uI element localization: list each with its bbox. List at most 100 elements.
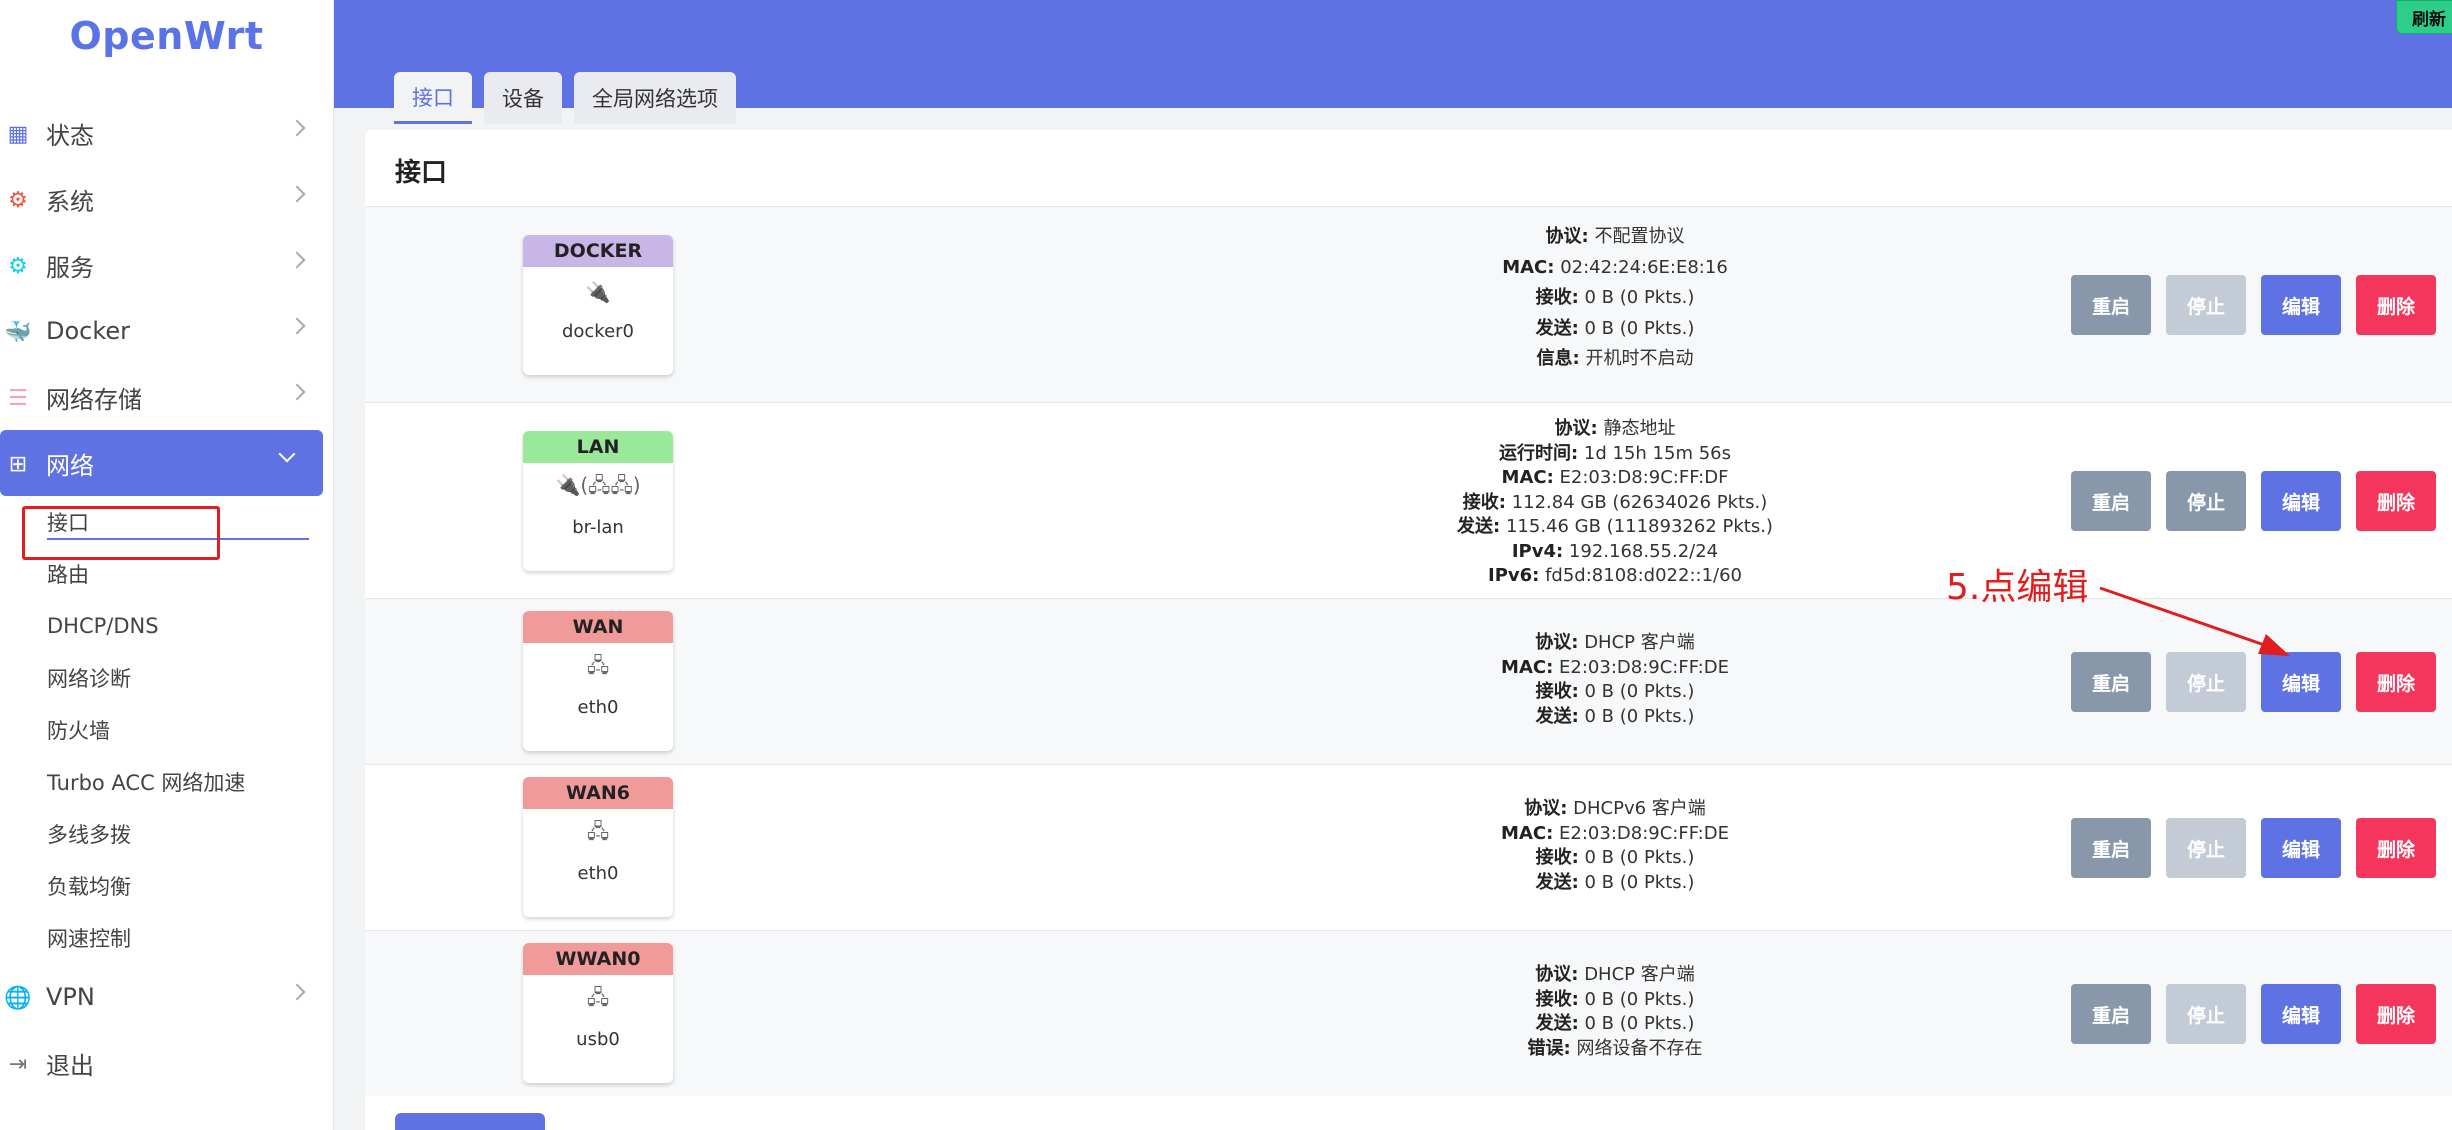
info-line: 发送: 115.46 GB (111893262 Pkts.) — [1457, 516, 1773, 537]
info-line: 接收: 0 B (0 Pkts.) — [1535, 287, 1695, 308]
sidebar-menu-bottom: 🌐 VPN ⇥ 退出 — [0, 964, 333, 1096]
stop-button[interactable]: 停止 — [2166, 471, 2246, 531]
interface-name: WAN6 — [523, 777, 673, 809]
info-line: 协议: DHCP 客户端 — [1535, 964, 1695, 985]
sidebar-item-label: 网络存储 — [46, 385, 142, 414]
submenu-item-speed-control[interactable]: 网速控制 — [0, 912, 333, 964]
sidebar-item-nas[interactable]: ☰ 网络存储 — [0, 364, 333, 430]
info-line: 发送: 0 B (0 Pkts.) — [1535, 317, 1695, 339]
interface-row: WAN6 🖧 eth0 协议: DHCPv6 客户端 MAC: E2:03:D8… — [365, 764, 2452, 930]
interface-info: 协议: DHCPv6 客户端 MAC: E2:03:D8:9C:FF:DE 接收… — [1265, 797, 1965, 895]
chevron-right-icon — [288, 251, 306, 269]
network-submenu: 接口 路由 DHCP/DNS 网络诊断 防火墙 Turbo ACC 网络加速 多… — [0, 496, 333, 964]
gear-icon: ⚙ — [8, 187, 28, 213]
interface-badge[interactable]: WAN 🖧 eth0 — [523, 611, 673, 751]
delete-button[interactable]: 删除 — [2356, 652, 2436, 712]
tab-global-options[interactable]: 全局网络选项 — [574, 72, 736, 124]
interface-device: usb0 — [576, 1028, 620, 1050]
delete-button[interactable]: 删除 — [2356, 984, 2436, 1044]
info-line: 接收: 0 B (0 Pkts.) — [1535, 847, 1695, 868]
delete-button[interactable]: 删除 — [2356, 471, 2436, 531]
edit-button[interactable]: 编辑 — [2261, 652, 2341, 712]
dashboard-icon: ▦ — [7, 121, 29, 147]
info-line: 接收: 0 B (0 Pkts.) — [1535, 988, 1695, 1010]
sidebar-item-label: VPN — [46, 983, 95, 1011]
stop-button[interactable]: 停止 — [2166, 984, 2246, 1044]
interface-info: 协议: 静态地址 运行时间: 1d 15h 15m 56s MAC: E2:03… — [1265, 417, 1965, 589]
edit-button[interactable]: 编辑 — [2261, 818, 2341, 878]
stop-button[interactable]: 停止 — [2166, 652, 2246, 712]
submenu-item-diagnostics[interactable]: 网络诊断 — [0, 652, 333, 704]
tab-devices[interactable]: 设备 — [484, 72, 562, 124]
interface-badge[interactable]: LAN 🔌(🖧🖧) br-lan — [523, 431, 673, 571]
sidebar: OpenWrt ▦ 状态 ⚙ 系统 ⚙ 服务 🐳 Docker ☰ 网络存储 ⊞ — [0, 0, 334, 1130]
restart-button[interactable]: 重启 — [2071, 984, 2151, 1044]
info-line: 信息: 开机时不启动 — [1536, 348, 1694, 369]
restart-button[interactable]: 重启 — [2071, 818, 2151, 878]
sidebar-menu: ▦ 状态 ⚙ 系统 ⚙ 服务 🐳 Docker ☰ 网络存储 ⊞ 网络 — [0, 100, 333, 496]
info-line: MAC: E2:03:D8:9C:FF:DE — [1501, 822, 1729, 844]
interface-badge[interactable]: WAN6 🖧 eth0 — [523, 777, 673, 917]
interface-name: WWAN0 — [523, 943, 673, 975]
submenu-item-dhcp-dns[interactable]: DHCP/DNS — [0, 600, 333, 652]
edit-button[interactable]: 编辑 — [2261, 471, 2341, 531]
chevron-right-icon — [288, 317, 306, 335]
sidebar-item-label: 系统 — [46, 187, 94, 216]
annotation-highlight-box — [22, 506, 220, 560]
sidebar-item-services[interactable]: ⚙ 服务 — [0, 232, 333, 298]
sidebar-item-docker[interactable]: 🐳 Docker — [0, 298, 333, 364]
sidebar-item-label: 退出 — [46, 1051, 94, 1080]
info-line: 发送: 0 B (0 Pkts.) — [1535, 1013, 1695, 1034]
submenu-item-load-balance[interactable]: 负载均衡 — [0, 860, 333, 912]
edit-button[interactable]: 编辑 — [2261, 275, 2341, 335]
row-actions: 重启 停止 编辑 删除 — [2071, 471, 2436, 531]
sidebar-item-label: 状态 — [46, 121, 94, 150]
info-line: MAC: E2:03:D8:9C:FF:DF — [1501, 467, 1729, 488]
sidebar-item-status[interactable]: ▦ 状态 — [0, 100, 333, 166]
database-icon: ☰ — [8, 385, 28, 411]
interface-device: eth0 — [577, 696, 619, 718]
interface-badge[interactable]: DOCKER 🔌 docker0 — [523, 235, 673, 375]
brand-logo[interactable]: OpenWrt — [0, 0, 333, 100]
delete-button[interactable]: 删除 — [2356, 275, 2436, 335]
info-line: 接收: 112.84 GB (62634026 Pkts.) — [1462, 491, 1768, 513]
page-title: 接口 — [395, 158, 448, 188]
info-line: 发送: 0 B (0 Pkts.) — [1535, 705, 1695, 727]
sidebar-item-vpn[interactable]: 🌐 VPN — [0, 964, 333, 1030]
sidebar-item-network[interactable]: ⊞ 网络 — [0, 430, 323, 496]
interface-row: LAN 🔌(🖧🖧) br-lan 协议: 静态地址 运行时间: 1d 15h 1… — [365, 402, 2452, 598]
sidebar-item-system[interactable]: ⚙ 系统 — [0, 166, 333, 232]
delete-button[interactable]: 删除 — [2356, 818, 2436, 878]
info-line: 错误: 网络设备不存在 — [1527, 1037, 1703, 1059]
row-actions: 重启 停止 编辑 删除 — [2071, 818, 2436, 878]
stop-button[interactable]: 停止 — [2166, 275, 2246, 335]
submenu-item-firewall[interactable]: 防火墙 — [0, 704, 333, 756]
refresh-button[interactable]: 刷新 — [2396, 0, 2452, 34]
restart-button[interactable]: 重启 — [2071, 275, 2151, 335]
tab-interfaces[interactable]: 接口 — [394, 72, 472, 124]
stop-button[interactable]: 停止 — [2166, 818, 2246, 878]
row-actions: 重启 停止 编辑 删除 — [2071, 652, 2436, 712]
bridge-icon: 🔌(🖧🖧) — [555, 473, 641, 497]
info-line: 协议: 静态地址 — [1554, 418, 1676, 439]
add-interface-button[interactable] — [395, 1113, 545, 1130]
interface-name: DOCKER — [523, 235, 673, 267]
submenu-item-turbo-acc[interactable]: Turbo ACC 网络加速 — [0, 756, 333, 808]
restart-button[interactable]: 重启 — [2071, 652, 2151, 712]
ethernet-port-icon: 🖧 — [586, 819, 610, 843]
submenu-item-multiwan[interactable]: 多线多拨 — [0, 808, 333, 860]
edit-button[interactable]: 编辑 — [2261, 984, 2341, 1044]
info-line: 协议: 不配置协议 — [1545, 226, 1685, 247]
info-line: 接收: 0 B (0 Pkts.) — [1535, 681, 1695, 702]
interface-info: 协议: DHCP 客户端 接收: 0 B (0 Pkts.) 发送: 0 B (… — [1265, 963, 1965, 1061]
annotation-arrow — [2099, 586, 2290, 656]
interface-badge[interactable]: WWAN0 🖧 usb0 — [523, 943, 673, 1083]
row-actions: 重启 停止 编辑 删除 — [2071, 984, 2436, 1044]
interface-name: WAN — [523, 611, 673, 643]
logout-icon: ⇥ — [8, 1051, 28, 1077]
sidebar-item-logout[interactable]: ⇥ 退出 — [0, 1030, 333, 1096]
interface-device: br-lan — [572, 516, 624, 538]
chevron-down-icon — [278, 445, 296, 463]
chevron-right-icon — [288, 185, 306, 203]
restart-button[interactable]: 重启 — [2071, 471, 2151, 531]
